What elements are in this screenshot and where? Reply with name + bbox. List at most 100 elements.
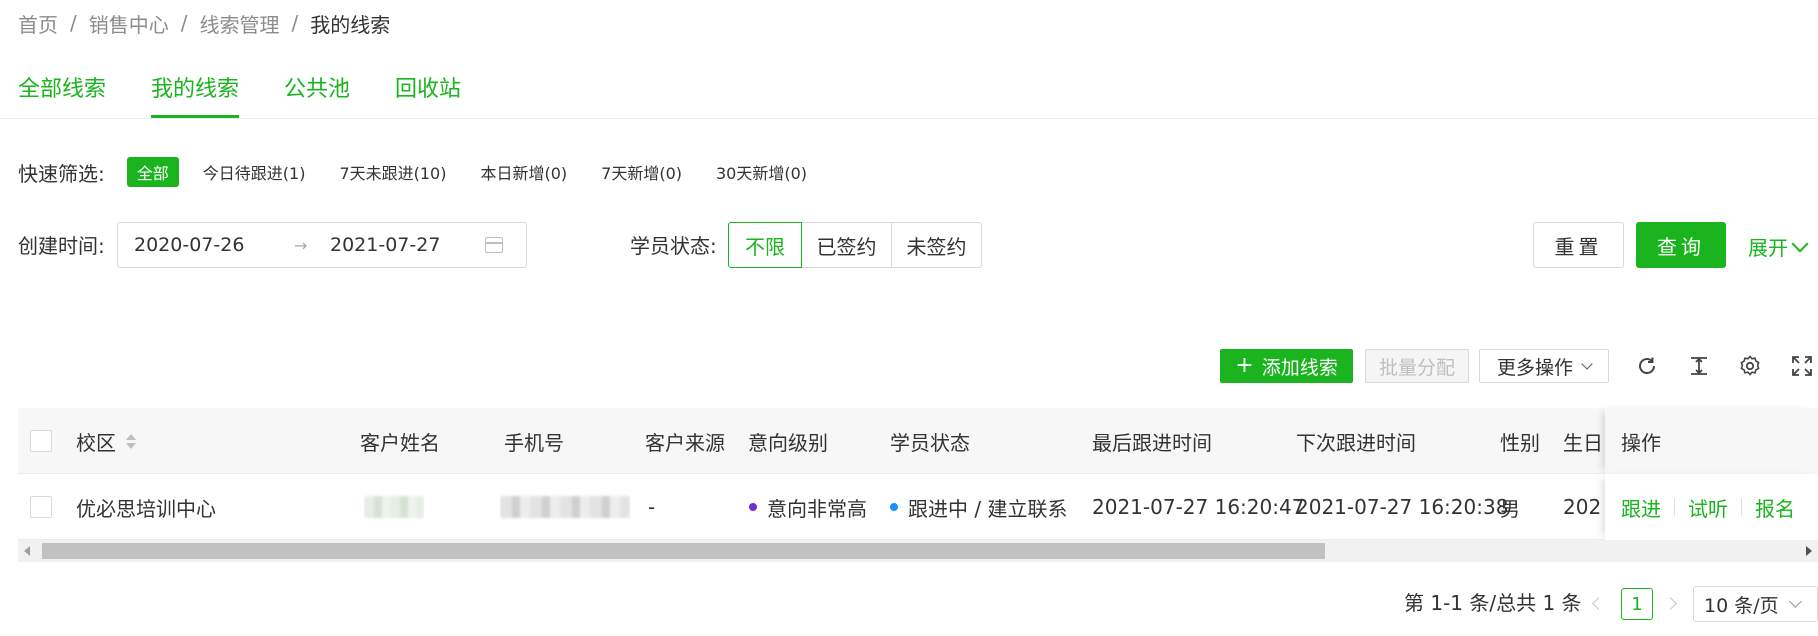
cell-next-follow: 2021-07-27 16:20:38 xyxy=(1296,495,1509,519)
plus-icon: + xyxy=(1235,353,1254,378)
row-checkbox[interactable] xyxy=(30,496,52,518)
page-size-select[interactable]: 10 条/页 xyxy=(1693,586,1818,622)
add-lead-label: 添加线索 xyxy=(1261,356,1338,379)
more-actions-dropdown[interactable]: 更多操作 xyxy=(1479,349,1609,383)
calendar-icon[interactable] xyxy=(485,237,503,253)
range-end-input[interactable]: 2021-07-27 xyxy=(330,234,485,256)
breadcrumb-separator: / xyxy=(180,11,188,35)
cell-student-status: 跟进中 / 建立联系 xyxy=(890,474,1067,540)
quick-filter-today-new[interactable]: 本日新增(0) xyxy=(480,160,567,184)
range-arrow-icon: → xyxy=(294,235,308,255)
page-number-button[interactable]: 1 xyxy=(1621,588,1653,620)
quick-filter-today-pending[interactable]: 今日待跟进(1) xyxy=(203,160,306,184)
table-row: 优必思培训中心 - 意向非常高 跟进中 / 建立联系 2021-07-27 16… xyxy=(18,474,1818,540)
create-time-label: 创建时间: xyxy=(18,234,105,258)
status-option-signed[interactable]: 已签约 xyxy=(802,222,892,268)
cell-gender: 男 xyxy=(1500,496,1520,521)
column-header-phone: 手机号 xyxy=(504,430,564,455)
column-header-student-status: 学员状态 xyxy=(890,430,970,455)
batch-assign-button[interactable]: 批量分配 xyxy=(1365,349,1469,383)
column-height-icon[interactable] xyxy=(1686,353,1712,379)
cell-phone xyxy=(500,474,630,540)
reset-button[interactable]: 重置 xyxy=(1533,222,1624,268)
column-header-intent-level: 意向级别 xyxy=(748,430,828,455)
tab-public-pool[interactable]: 公共池 xyxy=(284,72,350,118)
redacted-name xyxy=(364,496,424,518)
expand-label: 展开 xyxy=(1748,236,1788,260)
status-option-unsigned[interactable]: 未签约 xyxy=(892,222,982,268)
query-button[interactable]: 查询 xyxy=(1636,222,1726,268)
expand-toggle[interactable]: 展开 xyxy=(1748,232,1809,261)
fullscreen-icon[interactable] xyxy=(1789,353,1815,379)
horizontal-scrollbar[interactable] xyxy=(18,540,1818,562)
row-select-cell xyxy=(30,474,52,540)
prev-page-icon[interactable] xyxy=(1594,594,1606,612)
select-all-cell xyxy=(30,408,52,474)
quick-filter: 快速筛选: 全部 今日待跟进(1) 7天未跟进(10) 本日新增(0) 7天新增… xyxy=(18,156,841,188)
refresh-icon[interactable] xyxy=(1634,353,1660,379)
next-page-icon[interactable] xyxy=(1666,594,1678,612)
column-header-gender: 性别 xyxy=(1500,430,1540,455)
action-divider xyxy=(1674,498,1675,516)
quick-filter-7day-new[interactable]: 7天新增(0) xyxy=(601,160,682,184)
more-actions-label: 更多操作 xyxy=(1496,356,1573,379)
intent-dot-icon xyxy=(749,503,757,511)
cell-source: - xyxy=(648,495,656,519)
trial-class-link[interactable]: 试听 xyxy=(1688,493,1728,522)
action-divider xyxy=(1741,498,1742,516)
create-time-range-picker[interactable]: 2020-07-26 → 2021-07-27 xyxy=(117,222,527,268)
quick-filter-all[interactable]: 全部 xyxy=(126,157,179,187)
cell-campus: 优必思培训中心 xyxy=(76,496,216,521)
add-lead-button[interactable]: + 添加线索 xyxy=(1220,349,1353,383)
tab-all-leads[interactable]: 全部线索 xyxy=(18,72,106,118)
breadcrumb-separator: / xyxy=(291,11,299,35)
breadcrumb: 首页 / 销售中心 / 线索管理 / 我的线索 xyxy=(18,8,390,38)
settings-icon[interactable] xyxy=(1737,353,1763,379)
column-header-next-follow: 下次跟进时间 xyxy=(1296,430,1416,455)
chevron-down-icon xyxy=(1581,358,1593,370)
select-all-checkbox[interactable] xyxy=(30,430,52,452)
sort-icon[interactable] xyxy=(126,433,136,449)
breadcrumb-sales-center[interactable]: 销售中心 xyxy=(89,9,169,38)
tab-bar: 全部线索 我的线索 公共池 回收站 xyxy=(18,72,506,118)
cell-customer-name[interactable] xyxy=(364,474,424,540)
table-header: 校区 客户姓名 手机号 客户来源 意向级别 学员状态 最后跟进时间 下次跟进时间… xyxy=(18,408,1818,474)
student-status-label: 学员状态: xyxy=(630,234,717,258)
follow-up-link[interactable]: 跟进 xyxy=(1621,493,1661,522)
scroll-left-icon[interactable] xyxy=(24,546,30,556)
student-status-segmented: 不限 已签约 未签约 xyxy=(728,222,982,268)
cell-intent-level: 意向非常高 xyxy=(749,474,867,540)
cell-birthday: 202 xyxy=(1563,495,1602,519)
breadcrumb-current: 我的线索 xyxy=(310,12,391,37)
quick-filter-7day-no-follow[interactable]: 7天未跟进(10) xyxy=(339,160,446,184)
status-option-any[interactable]: 不限 xyxy=(728,222,802,268)
quick-filter-label: 快速筛选: xyxy=(18,161,105,186)
cell-last-follow: 2021-07-27 16:20:47 xyxy=(1092,495,1305,519)
scroll-right-icon[interactable] xyxy=(1806,546,1812,556)
column-header-label: 操作 xyxy=(1621,430,1661,455)
tabs-divider xyxy=(0,118,1818,119)
cell-actions: 跟进 试听 报名 xyxy=(1605,474,1818,540)
column-header-birthday: 生日 xyxy=(1563,430,1603,455)
tab-my-leads[interactable]: 我的线索 xyxy=(151,72,240,118)
breadcrumb-home[interactable]: 首页 xyxy=(18,9,58,38)
scrollbar-thumb[interactable] xyxy=(42,543,1325,559)
column-header-actions: 操作 xyxy=(1605,408,1818,474)
redacted-phone xyxy=(500,496,630,518)
student-status-text: 跟进中 / 建立联系 xyxy=(908,496,1068,521)
column-header-last-follow: 最后跟进时间 xyxy=(1092,430,1212,455)
column-header-source: 客户来源 xyxy=(645,430,725,455)
breadcrumb-separator: / xyxy=(70,11,77,35)
intent-level-text: 意向非常高 xyxy=(767,496,867,521)
column-header-label: 校区 xyxy=(76,430,116,455)
enroll-link[interactable]: 报名 xyxy=(1755,493,1795,522)
chevron-down-icon xyxy=(1791,235,1809,252)
pagination-total: 第 1-1 条/总共 1 条 xyxy=(1404,591,1582,615)
chevron-down-icon xyxy=(1788,595,1802,608)
range-start-input[interactable]: 2020-07-26 xyxy=(134,234,294,256)
tab-recycle-bin[interactable]: 回收站 xyxy=(395,72,461,118)
column-header-campus[interactable]: 校区 xyxy=(76,408,136,474)
breadcrumb-lead-management[interactable]: 线索管理 xyxy=(200,9,280,38)
status-dot-icon xyxy=(890,503,898,511)
quick-filter-30day-new[interactable]: 30天新增(0) xyxy=(716,160,807,184)
